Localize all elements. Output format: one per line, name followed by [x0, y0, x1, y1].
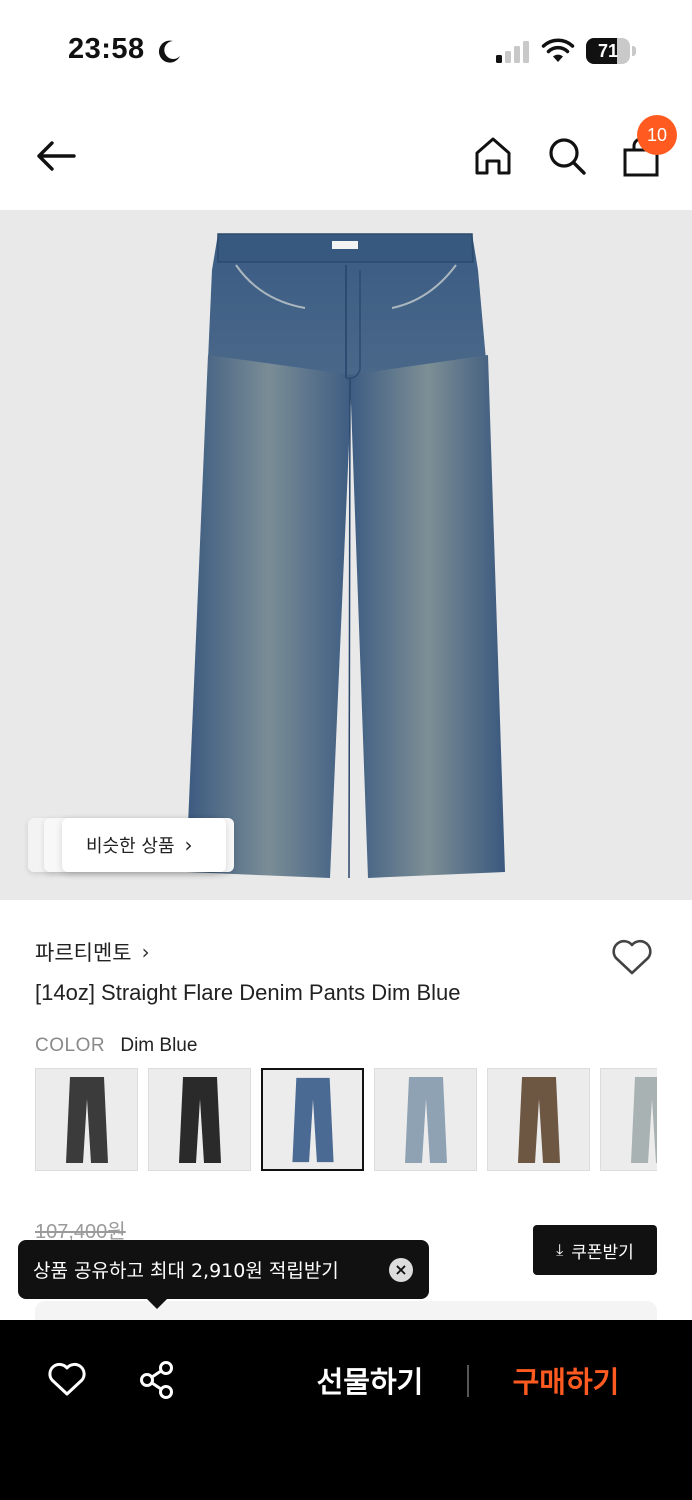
search-icon[interactable] — [547, 136, 587, 176]
product-image[interactable] — [0, 210, 692, 900]
chevron-right-icon: › — [141, 940, 150, 964]
product-title: [14oz] Straight Flare Denim Pants Dim Bl… — [35, 980, 461, 1005]
top-nav — [0, 100, 692, 210]
back-arrow-icon[interactable] — [34, 138, 78, 174]
similar-products-button[interactable]: 비슷한 상품 › — [62, 818, 226, 872]
color-swatch-black-washed[interactable] — [35, 1068, 138, 1171]
coupon-label: 쿠폰받기 — [571, 1242, 634, 1263]
battery-level: 71 — [597, 41, 619, 61]
chevron-right-icon: › — [184, 833, 193, 857]
buy-button[interactable]: 구매하기 — [496, 1360, 636, 1404]
divider — [467, 1365, 469, 1397]
battery-indicator: 71 — [586, 38, 636, 64]
wifi-icon — [541, 38, 575, 62]
coupon-download-button[interactable]: ⤓ 쿠폰받기 — [533, 1225, 657, 1275]
home-icon[interactable] — [474, 136, 512, 176]
tooltip-pointer — [146, 1298, 168, 1309]
status-time: 23:58 — [68, 33, 145, 65]
color-row: COLOR Dim Blue — [35, 1035, 197, 1057]
jeans-photo — [186, 233, 505, 879]
color-label: COLOR — [35, 1035, 106, 1056]
brand-name: 파르티멘토 — [35, 941, 132, 965]
tooltip-text: 상품 공유하고 최대 2,910원 적립받기 — [33, 1260, 339, 1282]
similar-products-label: 비슷한 상품 — [86, 836, 175, 857]
status-bar: 23:58 71 — [0, 0, 692, 100]
share-reward-tooltip[interactable]: 상품 공유하고 최대 2,910원 적립받기 — [18, 1240, 429, 1299]
cart-count-badge: 10 — [637, 115, 677, 155]
color-swatch-brown[interactable] — [487, 1068, 590, 1171]
bottom-action-bar: 선물하기 구매하기 — [0, 1320, 692, 1500]
color-swatch-dim-blue[interactable] — [261, 1068, 364, 1171]
color-swatch-light-washed-blue[interactable] — [374, 1068, 477, 1171]
cellular-signal-icon — [496, 41, 529, 63]
wishlist-heart-icon[interactable] — [610, 937, 654, 977]
brand-link[interactable]: 파르티멘토 › — [35, 935, 150, 969]
tooltip-close-icon[interactable]: × — [389, 1258, 413, 1282]
share-icon[interactable] — [138, 1360, 176, 1400]
color-value: Dim Blue — [120, 1035, 198, 1056]
wishlist-heart-icon[interactable] — [47, 1361, 87, 1397]
download-icon: ⤓ — [556, 1240, 564, 1259]
color-swatch-light-grey-blue[interactable] — [600, 1068, 657, 1171]
gift-button[interactable]: 선물하기 — [300, 1360, 440, 1404]
color-swatch-black[interactable] — [148, 1068, 251, 1171]
moon-icon — [158, 40, 180, 63]
color-swatch-list — [35, 1068, 657, 1171]
